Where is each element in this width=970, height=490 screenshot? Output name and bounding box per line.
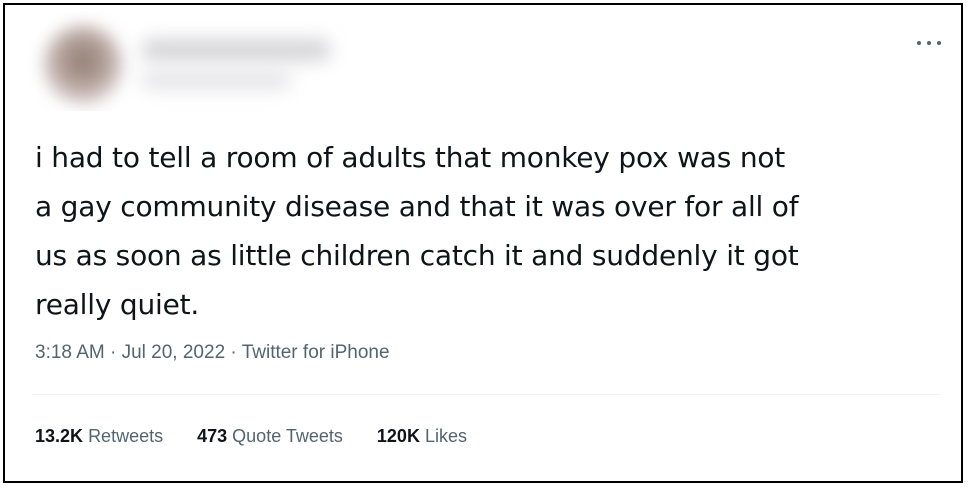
meta-separator: · — [225, 342, 242, 363]
tweet-text: i had to tell a room of adults that monk… — [35, 141, 799, 321]
quote-tweets-count: 473 — [197, 426, 228, 446]
dot-icon — [917, 41, 921, 45]
likes-count: 120K — [376, 426, 420, 446]
retweets-stat[interactable]: 13.2K Retweets — [35, 426, 163, 447]
retweets-label: Retweets — [88, 426, 164, 446]
author-header-blurred — [21, 11, 361, 111]
likes-stat[interactable]: 120K Likes — [377, 426, 467, 447]
tweet-source[interactable]: Twitter for iPhone — [242, 342, 390, 363]
dot-icon — [937, 41, 941, 45]
dot-icon — [927, 41, 931, 45]
divider — [33, 394, 941, 395]
likes-label: Likes — [424, 426, 467, 446]
tweet-card: i had to tell a room of adults that monk… — [3, 3, 963, 483]
author-name-blurred[interactable] — [141, 39, 331, 61]
avatar[interactable] — [43, 25, 123, 105]
quote-tweets-stat[interactable]: 473 Quote Tweets — [197, 426, 343, 447]
retweets-count: 13.2K — [35, 426, 84, 446]
more-options-icon[interactable] — [917, 33, 941, 53]
tweet-time[interactable]: 3:18 AM — [35, 342, 105, 363]
tweet-date[interactable]: Jul 20, 2022 — [122, 342, 226, 363]
meta-separator: · — [104, 342, 122, 363]
author-handle-blurred[interactable] — [141, 71, 291, 89]
engagement-stats: 13.2K Retweets 473 Quote Tweets 120K Lik… — [35, 426, 467, 447]
tweet-metadata: 3:18 AM · Jul 20, 2022 · Twitter for iPh… — [35, 342, 390, 364]
quote-tweets-label: Quote Tweets — [232, 426, 343, 446]
